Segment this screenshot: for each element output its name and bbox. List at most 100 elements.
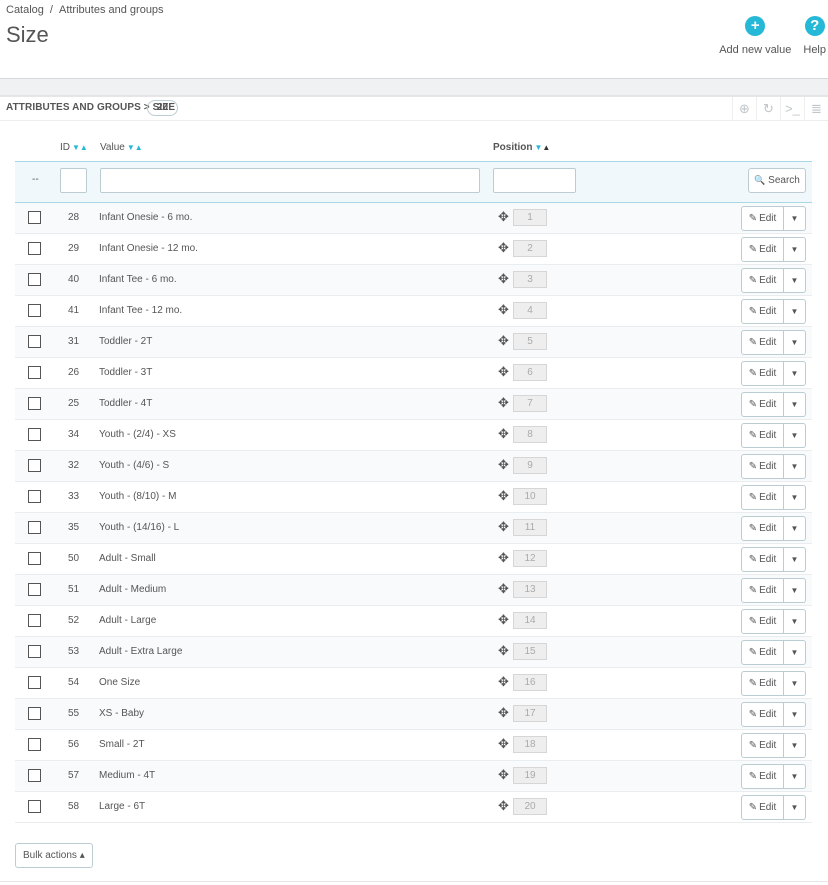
header-position[interactable]: Position ▼▲ <box>493 142 550 153</box>
edit-button[interactable]: ✎ Edit <box>741 454 784 479</box>
search-button[interactable]: 🔍 Search <box>748 168 806 193</box>
edit-button[interactable]: ✎ Edit <box>741 764 784 789</box>
row-checkbox[interactable] <box>28 428 41 441</box>
row-checkbox[interactable] <box>28 583 41 596</box>
header-value[interactable]: Value ▼▲ <box>100 142 143 153</box>
row-checkbox[interactable] <box>28 366 41 379</box>
row-dropdown-toggle[interactable]: ▼ <box>784 237 806 262</box>
row-dropdown-toggle[interactable]: ▼ <box>784 578 806 603</box>
attribute-values-table: ID ▼▲ Value ▼▲ Position ▼▲ -- 🔍 Search 28 In… <box>15 136 812 823</box>
header-id[interactable]: ID ▼▲ <box>60 142 88 153</box>
row-dropdown-toggle[interactable]: ▼ <box>784 516 806 541</box>
edit-button[interactable]: ✎ Edit <box>741 268 784 293</box>
drag-handle-icon[interactable]: ✥ <box>498 705 509 721</box>
filter-position-input[interactable] <box>493 168 576 193</box>
edit-button[interactable]: ✎ Edit <box>741 361 784 386</box>
row-dropdown-toggle[interactable]: ▼ <box>784 392 806 417</box>
row-checkbox[interactable] <box>28 521 41 534</box>
bulk-actions-button[interactable]: Bulk actions ▴ <box>15 843 93 868</box>
row-dropdown-toggle[interactable]: ▼ <box>784 609 806 634</box>
row-checkbox[interactable] <box>28 800 41 813</box>
row-checkbox[interactable] <box>28 304 41 317</box>
edit-button[interactable]: ✎ Edit <box>741 547 784 572</box>
refresh-icon[interactable]: ↻ <box>756 97 780 121</box>
drag-handle-icon[interactable]: ✥ <box>498 519 509 535</box>
database-icon[interactable]: ≣ <box>804 97 828 121</box>
drag-handle-icon[interactable]: ✥ <box>498 674 509 690</box>
row-dropdown-toggle[interactable]: ▼ <box>784 299 806 324</box>
row-dropdown-toggle[interactable]: ▼ <box>784 268 806 293</box>
drag-handle-icon[interactable]: ✥ <box>498 550 509 566</box>
breadcrumb-attributes-and-groups[interactable]: Attributes and groups <box>59 4 164 16</box>
row-checkbox[interactable] <box>28 769 41 782</box>
drag-handle-icon[interactable]: ✥ <box>498 798 509 814</box>
row-dropdown-toggle[interactable]: ▼ <box>784 547 806 572</box>
row-checkbox[interactable] <box>28 242 41 255</box>
row-checkbox[interactable] <box>28 397 41 410</box>
row-dropdown-toggle[interactable]: ▼ <box>784 702 806 727</box>
drag-handle-icon[interactable]: ✥ <box>498 333 509 349</box>
edit-button[interactable]: ✎ Edit <box>741 299 784 324</box>
breadcrumb-catalog[interactable]: Catalog <box>6 4 44 16</box>
row-checkbox[interactable] <box>28 211 41 224</box>
row-dropdown-toggle[interactable]: ▼ <box>784 330 806 355</box>
row-dropdown-toggle[interactable]: ▼ <box>784 485 806 510</box>
row-dropdown-toggle[interactable]: ▼ <box>784 671 806 696</box>
edit-button[interactable]: ✎ Edit <box>741 423 784 448</box>
row-checkbox[interactable] <box>28 552 41 565</box>
row-checkbox[interactable] <box>28 738 41 751</box>
drag-handle-icon[interactable]: ✥ <box>498 581 509 597</box>
filter-value-input[interactable] <box>100 168 480 193</box>
drag-handle-icon[interactable]: ✥ <box>498 612 509 628</box>
drag-handle-icon[interactable]: ✥ <box>498 302 509 318</box>
drag-handle-icon[interactable]: ✥ <box>498 643 509 659</box>
row-checkbox[interactable] <box>28 490 41 503</box>
row-dropdown-toggle[interactable]: ▼ <box>784 454 806 479</box>
drag-handle-icon[interactable]: ✥ <box>498 395 509 411</box>
drag-handle-icon[interactable]: ✥ <box>498 364 509 380</box>
row-dropdown-toggle[interactable]: ▼ <box>784 206 806 231</box>
edit-button[interactable]: ✎ Edit <box>741 702 784 727</box>
row-checkbox[interactable] <box>28 459 41 472</box>
edit-button[interactable]: ✎ Edit <box>741 578 784 603</box>
row-checkbox[interactable] <box>28 273 41 286</box>
edit-button[interactable]: ✎ Edit <box>741 640 784 665</box>
drag-handle-icon[interactable]: ✥ <box>498 767 509 783</box>
add-icon[interactable]: ⊕ <box>732 97 756 121</box>
row-dropdown-toggle[interactable]: ▼ <box>784 764 806 789</box>
sort-arrows-icon[interactable]: ▼▲ <box>534 143 550 152</box>
row-checkbox[interactable] <box>28 707 41 720</box>
edit-button[interactable]: ✎ Edit <box>741 485 784 510</box>
row-checkbox[interactable] <box>28 335 41 348</box>
row-dropdown-toggle[interactable]: ▼ <box>784 795 806 820</box>
drag-handle-icon[interactable]: ✥ <box>498 426 509 442</box>
row-checkbox[interactable] <box>28 645 41 658</box>
sort-arrows-icon[interactable]: ▼▲ <box>72 143 88 152</box>
row-checkbox[interactable] <box>28 676 41 689</box>
drag-handle-icon[interactable]: ✥ <box>498 271 509 287</box>
row-dropdown-toggle[interactable]: ▼ <box>784 640 806 665</box>
drag-handle-icon[interactable]: ✥ <box>498 457 509 473</box>
row-dropdown-toggle[interactable]: ▼ <box>784 361 806 386</box>
help-button[interactable]: ? Help <box>803 16 826 56</box>
drag-handle-icon[interactable]: ✥ <box>498 488 509 504</box>
sort-arrows-icon[interactable]: ▼▲ <box>127 143 143 152</box>
row-dropdown-toggle[interactable]: ▼ <box>784 423 806 448</box>
edit-button[interactable]: ✎ Edit <box>741 609 784 634</box>
drag-handle-icon[interactable]: ✥ <box>498 240 509 256</box>
drag-handle-icon[interactable]: ✥ <box>498 209 509 225</box>
edit-button[interactable]: ✎ Edit <box>741 392 784 417</box>
row-dropdown-toggle[interactable]: ▼ <box>784 733 806 758</box>
edit-button[interactable]: ✎ Edit <box>741 237 784 262</box>
edit-button[interactable]: ✎ Edit <box>741 516 784 541</box>
drag-handle-icon[interactable]: ✥ <box>498 736 509 752</box>
row-checkbox[interactable] <box>28 614 41 627</box>
edit-button[interactable]: ✎ Edit <box>741 206 784 231</box>
edit-button[interactable]: ✎ Edit <box>741 671 784 696</box>
add-new-value-button[interactable]: + Add new value <box>719 16 791 56</box>
filter-id-input[interactable] <box>60 168 87 193</box>
edit-button[interactable]: ✎ Edit <box>741 733 784 758</box>
edit-button[interactable]: ✎ Edit <box>741 330 784 355</box>
edit-button[interactable]: ✎ Edit <box>741 795 784 820</box>
sql-query-icon[interactable]: >_ <box>780 97 804 121</box>
